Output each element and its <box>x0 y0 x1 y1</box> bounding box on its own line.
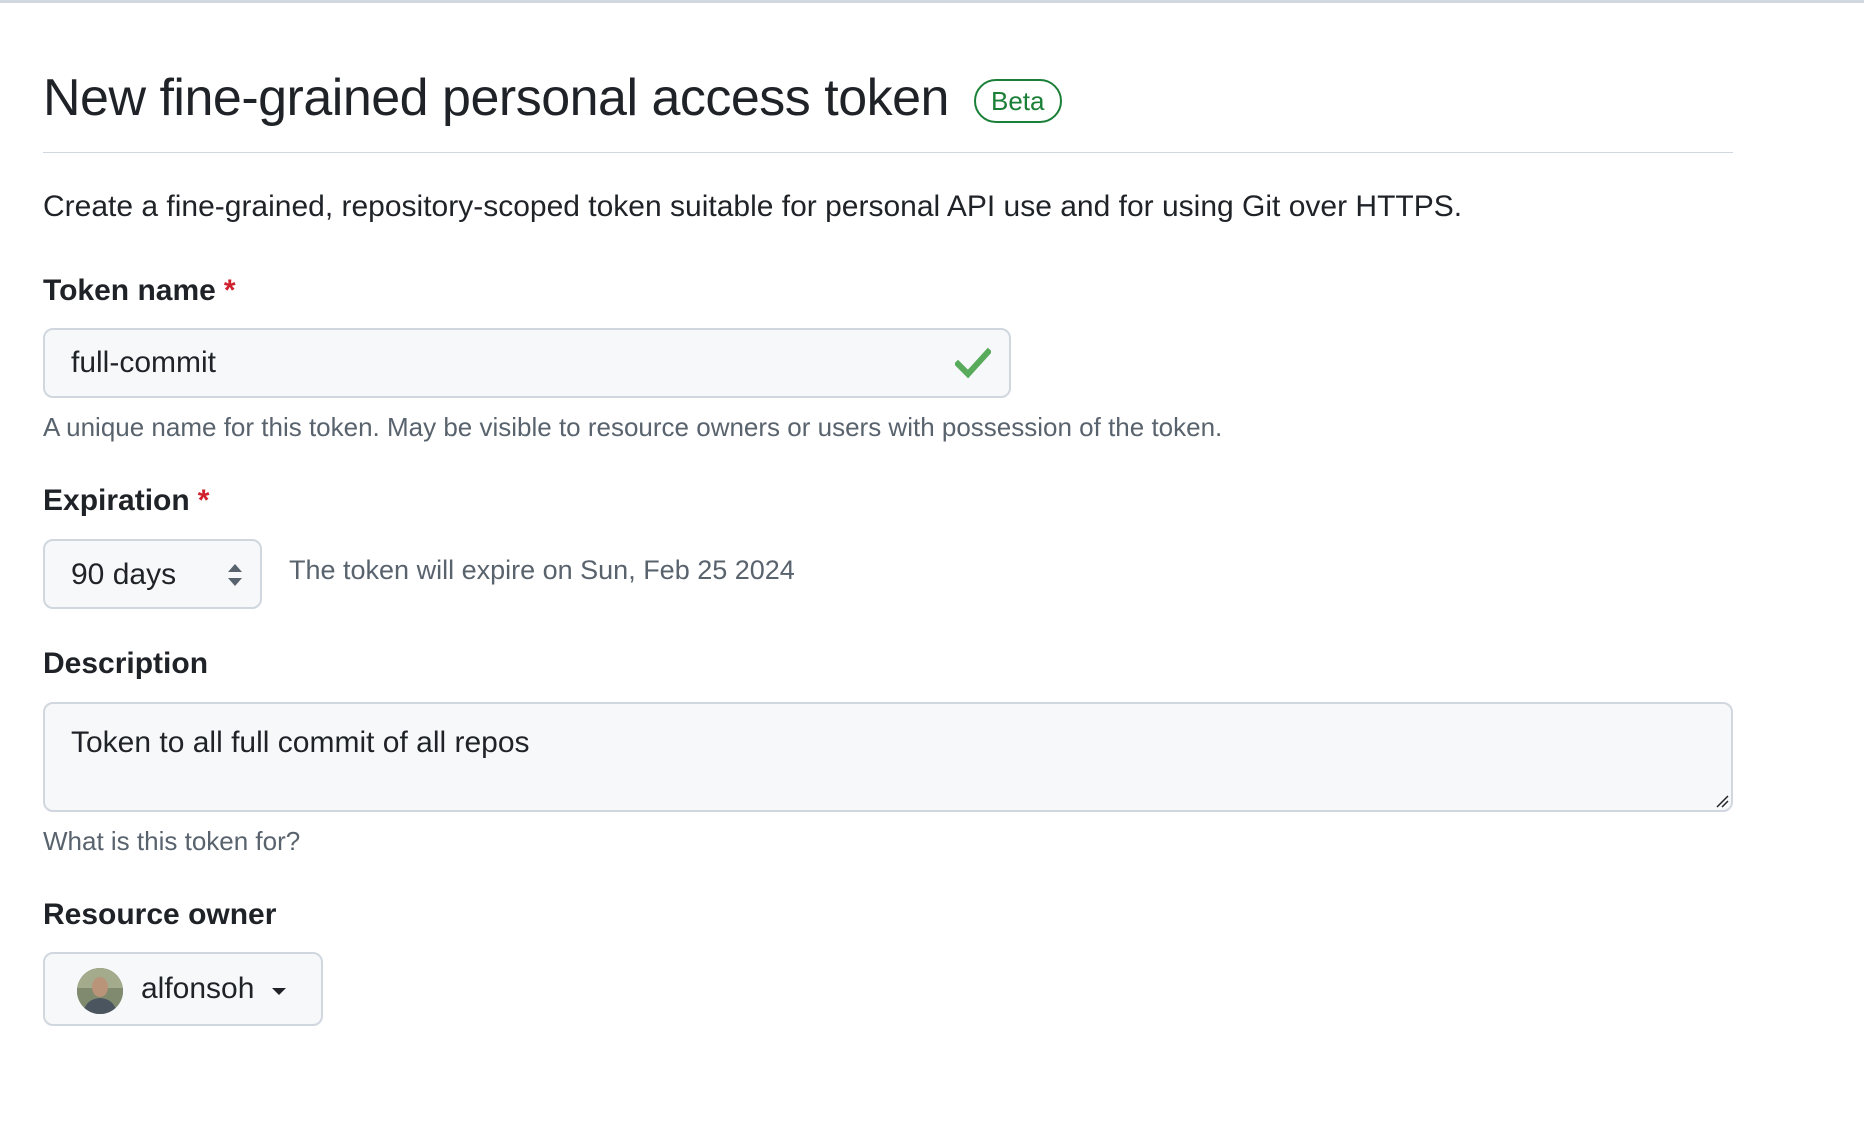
token-name-input[interactable]: full-commit <box>43 328 1011 398</box>
avatar-image <box>77 968 123 1014</box>
required-mark: * <box>223 274 236 307</box>
description-textarea[interactable]: Token to all full commit of all repos <box>43 702 1733 812</box>
resource-owner-value: alfonsoh <box>141 972 255 1005</box>
caret-down-icon <box>272 988 286 995</box>
description-hint: What is this token for? <box>43 826 301 856</box>
expiration-label-text: Expiration <box>43 484 190 517</box>
check-icon <box>955 347 991 379</box>
resource-owner-dropdown[interactable]: alfonsoh <box>43 952 323 1026</box>
description-label-text: Description <box>43 647 209 680</box>
token-name-value: full-commit <box>71 346 217 379</box>
expiration-note: The token will expire on Sun, Feb 25 202… <box>289 555 795 585</box>
page-header: New fine-grained personal access token B… <box>43 62 1733 153</box>
expiration-select[interactable]: 90 days <box>43 539 262 609</box>
resource-owner-label-text: Resource owner <box>43 898 277 931</box>
token-name-label: Token name * <box>43 274 236 308</box>
resource-owner-label: Resource owner <box>43 898 276 932</box>
updown-chevron-icon <box>228 564 242 586</box>
description-label: Description <box>43 647 208 681</box>
resize-handle-icon[interactable] <box>1715 794 1729 808</box>
beta-badge: Beta <box>974 79 1062 123</box>
page-title: New fine-grained personal access token <box>43 69 949 127</box>
required-mark: * <box>197 484 210 517</box>
expiration-selected-value: 90 days <box>71 558 177 591</box>
expiration-label: Expiration * <box>43 484 209 518</box>
token-name-label-text: Token name <box>43 274 216 307</box>
intro-text: Create a fine-grained, repository-scoped… <box>43 190 1463 223</box>
avatar <box>77 968 123 1014</box>
top-border <box>0 0 1864 3</box>
description-value: Token to all full commit of all repos <box>71 726 530 759</box>
token-name-hint: A unique name for this token. May be vis… <box>43 412 1223 442</box>
